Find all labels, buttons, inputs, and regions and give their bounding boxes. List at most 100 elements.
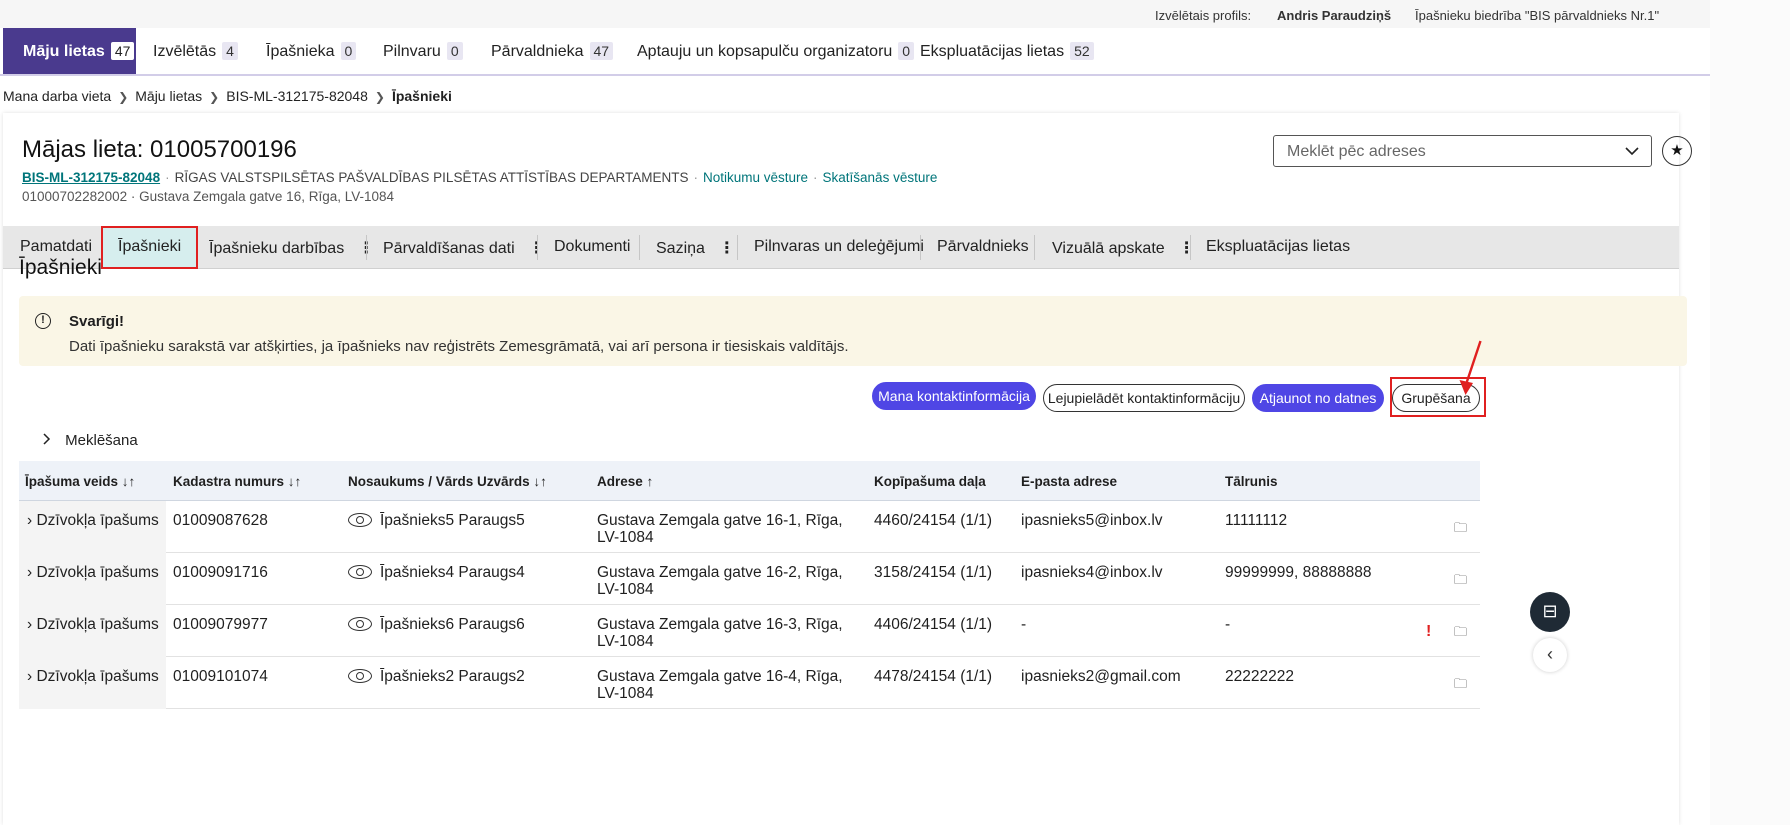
owners-table: Īpašuma veids ↓↑ Kadastra numurs ↓↑ Nosa…: [19, 461, 1480, 709]
assistant-button[interactable]: ⊟: [1530, 592, 1570, 632]
tab-communication[interactable]: Saziņa ⋮: [656, 226, 735, 269]
download-contact-info-button[interactable]: Lejupielādēt kontaktinformāciju: [1043, 384, 1245, 412]
view-history-link[interactable]: Skatīšanās vēsture: [823, 170, 938, 185]
chevron-left-icon: ‹: [1547, 644, 1553, 664]
top-tab-power-of-attorney[interactable]: Pilnvaru 0: [383, 28, 463, 74]
cell-share: 4478/24154 (1/1): [874, 668, 993, 685]
event-history-link[interactable]: Notikumu vēsture: [703, 170, 808, 185]
cell-share: 4460/24154 (1/1): [874, 512, 993, 529]
chevron-down-icon: [1625, 143, 1639, 159]
top-tab-label: Pārvaldnieka: [491, 43, 584, 60]
tab-label: Īpašnieki: [118, 238, 182, 255]
profile-label: Izvēlētais profils:: [1155, 8, 1252, 23]
top-tab-manager[interactable]: Pārvaldnieka 47: [491, 28, 614, 74]
cell-type: Dzīvokļa īpašums: [36, 616, 159, 633]
count-badge: 47: [110, 42, 135, 60]
cell-phone: 99999999, 88888888: [1225, 564, 1372, 581]
row-expand[interactable]: › Dzīvokļa īpašums: [27, 564, 159, 582]
tab-operation-cases[interactable]: Ekspluatācijas lietas: [1206, 226, 1350, 269]
eye-icon[interactable]: [348, 669, 372, 683]
department-name: RĪGAS VALSTSPILSĒTAS PAŠVALDĪBAS PILSĒTA…: [174, 170, 689, 185]
tab-owner-actions[interactable]: Īpašnieku darbības⋮: [209, 226, 374, 269]
folder-icon[interactable]: 🗀: [1454, 623, 1467, 645]
folder-icon[interactable]: 🗀: [1454, 519, 1467, 541]
tab-manager[interactable]: Pārvaldnieks: [937, 226, 1029, 269]
cell-email: ipasnieks2@gmail.com: [1021, 668, 1181, 685]
tab-owners[interactable]: Īpašnieki: [101, 226, 199, 269]
tab-label: Pilnvaras un deleģējumi: [754, 238, 924, 255]
cell-type: Dzīvokļa īpašums: [36, 564, 159, 581]
col-email: E-pasta adrese: [1021, 474, 1118, 489]
chevron-right-icon: ❯: [209, 90, 220, 104]
my-contact-info-button[interactable]: Mana kontaktinformācija: [872, 382, 1036, 410]
address-search-select[interactable]: Meklēt pēc adreses: [1273, 135, 1652, 167]
breadcrumb: Mana darba vieta ❯ Māju lietas ❯ BIS-ML-3121…: [3, 88, 452, 104]
warning-icon: !: [1426, 623, 1432, 640]
alert-title: Svarīgi!: [69, 313, 125, 330]
folder-icon[interactable]: 🗀: [1454, 571, 1467, 593]
chevron-right-icon: ›: [27, 616, 33, 633]
cell-phone: -: [1225, 616, 1231, 633]
count-badge: 4: [222, 42, 238, 60]
profile-bar: Izvēlētais profils: Andris Paraudziņš Īp…: [0, 0, 1710, 30]
tab-management-data[interactable]: Pārvaldīšanas dati⋮: [383, 226, 545, 269]
cell-cadastre: 01009079977: [173, 616, 268, 633]
top-tab-selected[interactable]: Izvēlētās 4: [153, 28, 238, 74]
count-badge: 0: [340, 42, 357, 60]
tab-label: Saziņa: [656, 240, 705, 257]
cell-owner[interactable]: Īpašnieks2 Paraugs2: [348, 668, 525, 686]
profile-user[interactable]: Andris Paraudziņš: [1277, 8, 1391, 23]
eye-icon[interactable]: [348, 565, 372, 579]
tab-label: Vizuālā apskate: [1052, 240, 1165, 257]
cell-type: Dzīvokļa īpašums: [36, 668, 159, 685]
chevron-right-icon: ›: [27, 564, 33, 581]
col-property-type[interactable]: Īpašuma veids ↓↑: [25, 474, 135, 489]
row-expand[interactable]: › Dzīvokļa īpašums: [27, 616, 159, 634]
folder-icon[interactable]: 🗀: [1454, 675, 1467, 697]
eye-icon[interactable]: [348, 617, 372, 631]
profile-organization[interactable]: Īpašnieku biedrība "BIS pārvaldnieks Nr.…: [1415, 8, 1659, 23]
count-badge: 0: [898, 42, 915, 60]
kebab-menu-icon[interactable]: ⋮: [719, 240, 735, 257]
case-meta: BIS-ML-312175-82048 · RĪGAS VALSTSPILSĒTAS…: [22, 170, 938, 185]
cell-address: Gustava Zemgala gatve 16-1, Rīga, LV-108…: [597, 512, 843, 546]
row-expand[interactable]: › Dzīvokļa īpašums: [27, 668, 159, 686]
breadcrumb-item[interactable]: Mana darba vieta: [3, 88, 111, 104]
row-expand[interactable]: › Dzīvokļa īpašums: [27, 512, 159, 530]
cell-address: Gustava Zemgala gatve 16-3, Rīga, LV-108…: [597, 616, 843, 650]
top-tab-survey-organizers[interactable]: Aptauju un kopsapulču organizatoru 0: [637, 28, 915, 74]
cell-owner[interactable]: Īpašnieks5 Paraugs5: [348, 512, 525, 530]
top-tab-owner[interactable]: Īpašnieka 0: [266, 28, 357, 74]
col-owner-name[interactable]: Nosaukums / Vārds Uzvārds ↓↑: [348, 474, 547, 489]
tab-documents[interactable]: Dokumenti: [554, 226, 630, 269]
info-circle-icon: !: [35, 313, 51, 329]
case-code-link[interactable]: BIS-ML-312175-82048: [22, 170, 160, 185]
favorite-star-button[interactable]: ★: [1662, 136, 1692, 166]
search-toggle[interactable]: Meklēšana: [42, 432, 138, 449]
page-title: Mājas lieta: 01005700196: [22, 136, 297, 163]
tab-label: Pamatdati: [20, 238, 93, 255]
cell-type: Dzīvokļa īpašums: [36, 512, 159, 529]
table-row: › Dzīvokļa īpašums 01009101074 Īpašnieks…: [19, 657, 1480, 709]
tab-visual-inspection[interactable]: Vizuālā apskate ⋮: [1052, 226, 1195, 269]
top-tab-label: Izvēlētās: [153, 43, 217, 60]
col-cadastre-number[interactable]: Kadastra numurs ↓↑: [173, 474, 301, 489]
update-from-file-button[interactable]: Atjaunot no datnes: [1252, 384, 1384, 412]
col-address[interactable]: Adrese ↑: [597, 474, 653, 489]
table-row: › Dzīvokļa īpašums 01009087628 Īpašnieks…: [19, 501, 1480, 553]
cell-email: -: [1021, 616, 1027, 633]
section-heading: Īpašnieki: [19, 256, 102, 279]
eye-icon[interactable]: [348, 513, 372, 527]
top-tab-operation-cases[interactable]: Ekspluatācijas lietas 52: [920, 28, 1094, 74]
cell-owner[interactable]: Īpašnieks6 Paraugs6: [348, 616, 525, 634]
cell-owner[interactable]: Īpašnieks4 Paraugs4: [348, 564, 525, 582]
breadcrumb-item[interactable]: BIS-ML-312175-82048: [226, 88, 368, 104]
kebab-menu-icon[interactable]: ⋮: [1179, 240, 1195, 257]
top-tab-label: Īpašnieka: [266, 43, 335, 60]
collapse-panel-button[interactable]: ‹: [1533, 638, 1567, 672]
cell-phone: 11111112: [1225, 512, 1288, 529]
address-search-placeholder: Meklēt pēc adreses: [1287, 143, 1426, 160]
top-tab-house-cases[interactable]: Māju lietas 47: [3, 28, 136, 74]
breadcrumb-item[interactable]: Māju lietas: [135, 88, 202, 104]
tab-powers-delegations[interactable]: Pilnvaras un deleģējumi: [754, 226, 924, 269]
